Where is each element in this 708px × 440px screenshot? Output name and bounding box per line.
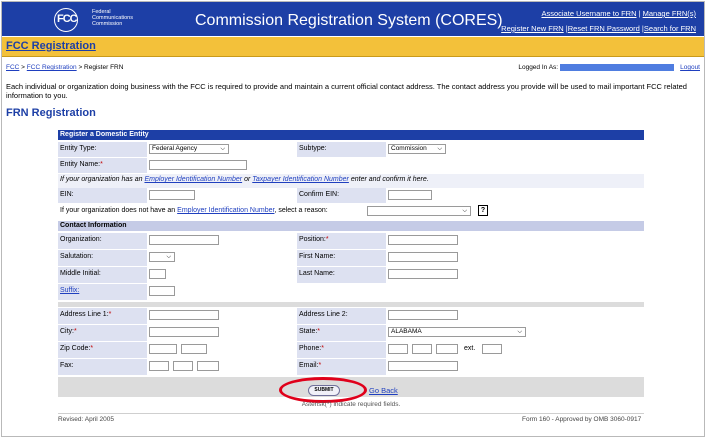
fax-email-row: Fax: Email:*: [58, 359, 644, 376]
fcc-logo-icon: FCC: [54, 8, 78, 32]
chevron-down-icon: ⌵: [517, 329, 522, 335]
no-ein-reason-row: If your organization does not have an Em…: [58, 204, 644, 220]
entity-type-select[interactable]: Federal Agency ⌵: [149, 144, 229, 154]
chevron-down-icon: ⌵: [462, 208, 467, 214]
middle-initial-row: Middle Initial: Last Name:: [58, 267, 644, 284]
ein-input[interactable]: [149, 190, 195, 200]
logout-link[interactable]: Logout: [680, 64, 700, 71]
suffix-row: Suffix:: [58, 284, 644, 301]
ein-link[interactable]: Employer Identification Number: [144, 176, 242, 183]
form-approval-info: Form 160 - Approved by OMB 3060-0917: [522, 416, 642, 423]
suffix-link[interactable]: Suffix:: [60, 287, 79, 294]
position-input[interactable]: [388, 235, 458, 245]
suffix-input[interactable]: [149, 286, 175, 296]
confirm-ein-input[interactable]: [388, 190, 432, 200]
chevron-down-icon: ⌵: [437, 146, 442, 152]
first-name-input[interactable]: [388, 252, 458, 262]
search-frn-link[interactable]: Search for FRN: [644, 24, 696, 33]
intro-text: Each individual or organization doing bu…: [6, 82, 687, 100]
address-line1-input[interactable]: [149, 310, 219, 320]
email-input[interactable]: [388, 361, 458, 371]
zip-extension-input[interactable]: [181, 344, 207, 354]
no-ein-link[interactable]: Employer Identification Number: [177, 207, 274, 214]
tin-link[interactable]: Taxpayer Identification Number: [252, 176, 349, 183]
submit-row: SUBMIT Go Back: [58, 377, 644, 403]
footer-divider: [58, 413, 644, 414]
revised-date: Revised: April 2005: [58, 416, 115, 423]
register-new-frn-link[interactable]: Register New FRN: [501, 24, 564, 33]
subtype-select[interactable]: Commission ⌵: [388, 144, 446, 154]
section-divider: [58, 302, 644, 307]
fcc-registration-title-link[interactable]: FCC Registration: [6, 40, 96, 52]
state-select[interactable]: ALABAMA ⌵: [388, 327, 526, 337]
zip-code-input[interactable]: [149, 344, 177, 354]
ein-row: EIN: Confirm EIN:: [58, 188, 644, 204]
phone-line-input[interactable]: [436, 344, 458, 354]
fcc-logo-text: Federal Communications Commission: [92, 9, 133, 27]
required-fields-note: Asterisk(*) indicate required fields.: [301, 401, 401, 408]
zip-phone-row: Zip Code:* Phone:* ext.: [58, 342, 644, 359]
fax-area-code-input[interactable]: [149, 361, 169, 371]
fax-prefix-input[interactable]: [173, 361, 193, 371]
ext-label: ext.: [464, 345, 476, 352]
city-input[interactable]: [149, 327, 219, 337]
redacted-username: [560, 64, 675, 71]
manage-frn-link[interactable]: Manage FRN(s): [643, 9, 696, 18]
section-header-domestic-entity: Register a Domestic Entity: [58, 130, 644, 140]
phone-area-code-input[interactable]: [388, 344, 408, 354]
section-header-contact: Contact Information: [58, 221, 644, 231]
page-heading: FRN Registration: [6, 107, 96, 119]
submit-button[interactable]: SUBMIT: [308, 385, 340, 396]
app-title: Commission Registration System (CORES): [195, 12, 503, 29]
salutation-row: Salutation: ⌵ First Name:: [58, 250, 644, 267]
last-name-input[interactable]: [388, 269, 458, 279]
breadcrumb-home-link[interactable]: FCC: [6, 64, 19, 71]
organization-input[interactable]: [149, 235, 219, 245]
entity-name-input[interactable]: [149, 160, 247, 170]
salutation-select[interactable]: ⌵: [149, 252, 175, 262]
entity-type-row: Entity Type: Federal Agency ⌵ Subtype: Co…: [58, 142, 644, 158]
ein-note-row: If your organization has an Employer Ide…: [58, 174, 644, 188]
help-icon[interactable]: ?: [478, 205, 488, 216]
frn-registration-form: Register a Domestic Entity Entity Type: …: [58, 130, 644, 427]
site-header: FCC Federal Communications Commission Co…: [2, 2, 704, 36]
breadcrumb-registration-link[interactable]: FCC Registration: [27, 64, 77, 71]
breadcrumb: FCC > FCC Registration > Register FRN: [6, 64, 124, 71]
phone-prefix-input[interactable]: [412, 344, 432, 354]
breadcrumb-current: > Register FRN: [78, 64, 124, 71]
header-links-row1: Associate Username to FRN | Manage FRN(s…: [541, 9, 696, 18]
middle-initial-input[interactable]: [149, 269, 166, 279]
section-bar: FCC Registration: [2, 37, 704, 57]
city-state-row: City:* State:* ALABAMA ⌵: [58, 325, 644, 342]
chevron-down-icon: ⌵: [166, 254, 171, 260]
address-line2-input[interactable]: [388, 310, 458, 320]
address-row: Address Line 1:* Address Line 2:: [58, 308, 644, 325]
login-status: Logged In As: Logout: [518, 64, 700, 72]
no-ein-reason-select[interactable]: ⌵: [367, 206, 471, 216]
organization-row: Organization: Position:*: [58, 233, 644, 250]
associate-username-link[interactable]: Associate Username to FRN: [541, 9, 636, 18]
entity-name-row: Entity Name:*: [58, 158, 644, 174]
chevron-down-icon: ⌵: [220, 146, 225, 152]
header-links-row2: Register New FRN |Reset FRN Password |Se…: [501, 24, 696, 33]
reset-frn-password-link[interactable]: Reset FRN Password: [568, 24, 640, 33]
go-back-link[interactable]: Go Back: [369, 386, 398, 395]
fax-line-input[interactable]: [197, 361, 219, 371]
phone-ext-input[interactable]: [482, 344, 502, 354]
